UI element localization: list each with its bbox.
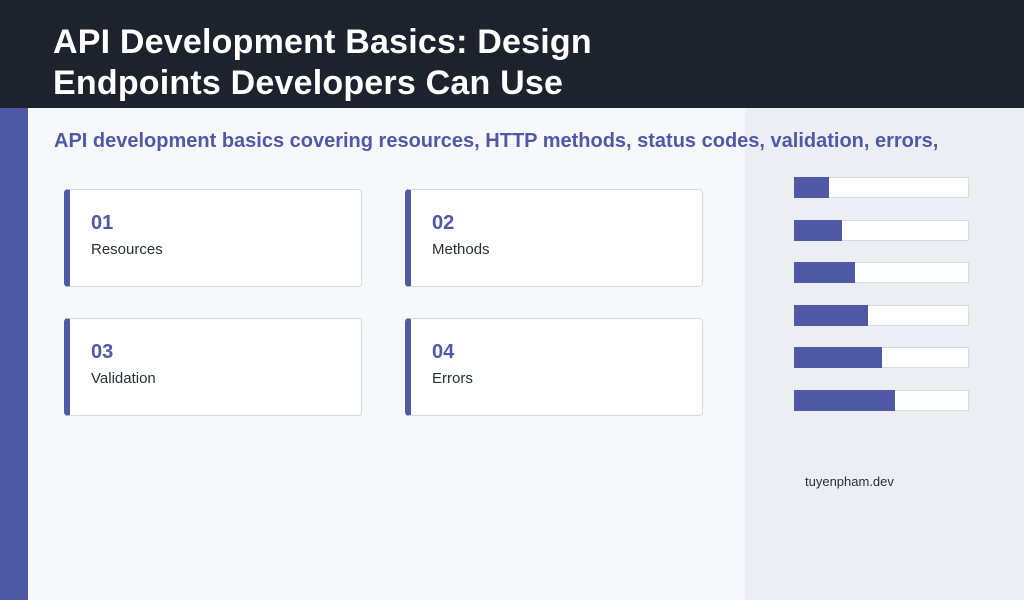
card-label: Errors <box>432 370 473 387</box>
left-accent-bar <box>0 108 28 600</box>
progress-bar <box>794 262 969 283</box>
progress-bar <box>794 177 969 198</box>
progress-bar-fill <box>794 262 856 283</box>
progress-bar-fill <box>794 219 843 241</box>
card-label: Methods <box>432 241 490 258</box>
progress-bar-fill <box>794 177 829 198</box>
progress-bar-fill <box>794 347 882 368</box>
card-number: 01 <box>91 212 114 234</box>
topic-card-errors: 04 Errors <box>405 318 703 416</box>
footer-domain: tuyenpham.dev <box>805 474 894 489</box>
progress-bar-fill <box>794 389 895 411</box>
progress-bar <box>794 347 969 368</box>
topic-card-validation: 03 Validation <box>64 318 362 416</box>
progress-bar-fill <box>794 304 869 326</box>
card-number: 04 <box>432 341 455 363</box>
topic-card-methods: 02 Methods <box>405 189 703 287</box>
page-title: API Development Basics: Design Endpoints… <box>53 23 592 102</box>
subtitle: API development basics covering resource… <box>54 130 939 152</box>
card-label: Resources <box>91 241 163 258</box>
progress-bar <box>794 219 969 241</box>
card-number: 03 <box>91 341 114 363</box>
card-number: 02 <box>432 212 455 234</box>
card-label: Validation <box>91 370 156 387</box>
progress-bar-list <box>794 177 969 432</box>
topic-card-resources: 01 Resources <box>64 189 362 287</box>
slide: API Development Basics: Design Endpoints… <box>0 0 1024 600</box>
progress-bar <box>794 304 969 326</box>
progress-bar <box>794 389 969 411</box>
